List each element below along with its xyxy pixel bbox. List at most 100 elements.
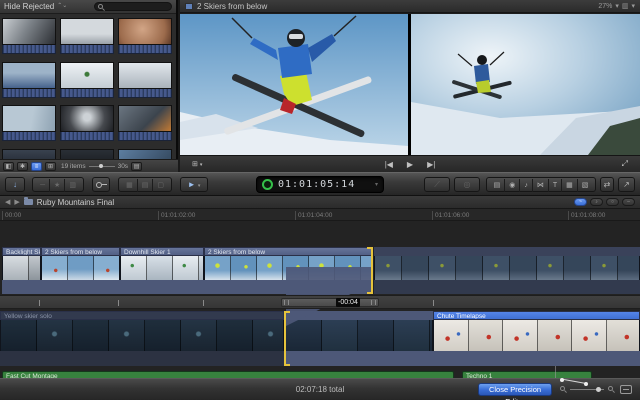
filmstrip[interactable] (433, 320, 640, 351)
photos-browser-icon[interactable]: ▤ (490, 179, 506, 192)
clip-tool-c-icon[interactable]: ▢ (153, 179, 168, 192)
viewer-overlay-menu[interactable]: ⊞ ▾ (186, 160, 208, 168)
history-forward-button[interactable]: ▶ (14, 198, 19, 206)
display-menu-icon[interactable]: ▾ (631, 2, 635, 10)
trim-slider[interactable] (281, 298, 379, 307)
clip-tool-a-icon[interactable]: ▦ (122, 179, 138, 192)
themes-browser-icon[interactable]: ▦ (562, 179, 578, 192)
viewer-zoom-level[interactable]: 27% (598, 3, 612, 10)
rating-grid-icon[interactable]: ▥ (65, 179, 80, 192)
transitions-browser-icon[interactable]: ⋈ (533, 179, 549, 192)
clip-body[interactable] (374, 247, 640, 256)
background-tasks-icon[interactable] (262, 179, 273, 190)
timeline-zoom-slider[interactable] (570, 389, 604, 390)
retime-button[interactable]: ◎ (454, 177, 480, 192)
clip-body[interactable] (0, 351, 284, 366)
clip-title[interactable]: Chute Timelapse (433, 311, 640, 320)
clip-body[interactable] (285, 351, 640, 366)
favorite-icon[interactable]: ★ (50, 179, 65, 192)
display-options-icon[interactable]: ▥ (622, 2, 629, 10)
in-point-bracket[interactable] (284, 311, 286, 366)
filmstrip-icon[interactable]: ▤ (131, 162, 142, 171)
skier-slope-clip[interactable] (60, 18, 114, 54)
edit-point-tick[interactable] (433, 300, 434, 306)
close-precision-editor-button[interactable]: Close Precision Editor (478, 383, 552, 396)
portrait-mountain-clip[interactable] (2, 62, 56, 98)
snapping-toggle[interactable]: – (622, 198, 635, 206)
clip-title[interactable]: Downhill Skier 1 (120, 247, 204, 256)
clip-title[interactable]: Backlight Skier (2, 247, 41, 256)
history-back-button[interactable]: ◀ (5, 198, 10, 206)
clip-body[interactable] (374, 280, 640, 294)
import-button[interactable]: ↓ (5, 177, 25, 192)
blue-scene-clip[interactable] (118, 149, 172, 160)
connect-button[interactable]: ⟋ (424, 177, 450, 192)
camera-import-icon[interactable]: ◉ (505, 179, 520, 192)
audio-skimming-toggle[interactable]: ♪ (590, 198, 603, 206)
reject-icon[interactable]: ─ (36, 179, 50, 192)
edit-point-tick[interactable] (39, 300, 40, 306)
clip-title[interactable]: 2 Skiers from below (204, 247, 373, 256)
clip-body[interactable] (120, 280, 204, 294)
dark-rider-clip[interactable] (60, 149, 114, 160)
clip-tools-group[interactable]: ▦▤▢ (118, 177, 172, 192)
keyframe-dot[interactable] (560, 378, 564, 382)
night-slope-clip[interactable] (2, 149, 56, 160)
filmstrip[interactable] (0, 320, 284, 351)
clip-tool-b-icon[interactable]: ▤ (138, 179, 154, 192)
precision-editor-divider[interactable]: -00:04 (0, 295, 640, 309)
duration-slider[interactable] (89, 166, 115, 167)
clip-body[interactable] (41, 280, 120, 294)
list-view-button[interactable]: ⊞ (45, 162, 56, 171)
arrange-button[interactable]: ⇄ (600, 177, 614, 192)
filmstrip[interactable] (374, 256, 640, 280)
trim-handle-right[interactable] (371, 300, 376, 305)
gear-icon[interactable]: ✱ (17, 162, 28, 171)
heli-interior-clip[interactable] (60, 105, 114, 141)
search-input[interactable] (94, 2, 172, 11)
edit-point-tick[interactable] (203, 300, 204, 306)
zoom-in-icon[interactable] (608, 386, 613, 391)
trim-handle-left[interactable] (284, 300, 289, 305)
filmstrip-view-button[interactable]: ≡ (31, 162, 42, 171)
filmstrip[interactable] (285, 320, 433, 351)
titles-browser-icon[interactable]: T (549, 179, 562, 192)
keyframe-dot[interactable] (584, 382, 588, 386)
hide-browser-button[interactable]: ◧ (3, 162, 14, 171)
keyword-editor-button[interactable] (92, 177, 110, 192)
clip-title[interactable]: 2 Skiers from below (41, 247, 120, 256)
clip-body[interactable] (2, 280, 41, 294)
generators-browser-icon[interactable]: ▧ (578, 179, 593, 192)
share-button[interactable]: ↗ (618, 177, 635, 192)
cockpit-clip[interactable] (2, 18, 56, 54)
dashboard[interactable]: 01:01:05:14 ▾ (256, 176, 384, 193)
project-name[interactable]: Ruby Mountains Final (37, 198, 114, 207)
play-button[interactable]: ▶ (401, 160, 419, 169)
out-point-bracket[interactable] (371, 247, 373, 294)
filmstrip[interactable] (2, 256, 41, 280)
filmstrip-frame (181, 320, 217, 351)
fullscreen-button[interactable]: ⤢ (616, 159, 634, 169)
filmstrip[interactable] (41, 256, 120, 280)
timeline-ruler[interactable]: 00:0001:01:02:0001:01:04:0001:01:06:0001… (0, 209, 640, 221)
timecode-menu-icon[interactable]: ▾ (375, 181, 378, 188)
clip-title[interactable]: Yellow skier solo (0, 311, 284, 320)
heli-passenger-clip[interactable] (118, 105, 172, 141)
face-closeup-clip[interactable] (118, 18, 172, 54)
clip-appearance-button[interactable] (620, 385, 632, 394)
rating-group[interactable]: ─★▥ (32, 177, 84, 192)
previous-frame-button[interactable]: |◀ (379, 160, 399, 169)
filter-popup[interactable]: Hide Rejected (4, 2, 54, 11)
zoom-out-icon[interactable] (560, 386, 565, 391)
music-browser-icon[interactable]: ♪ (520, 179, 533, 192)
mountains-clip[interactable] (118, 62, 172, 98)
skimming-toggle[interactable]: ~ (574, 198, 587, 206)
zoom-menu-icon[interactable]: ▾ (615, 2, 619, 10)
ice-climber-clip[interactable] (2, 105, 56, 141)
next-frame-button[interactable]: ▶| (421, 160, 441, 169)
edit-point-tick[interactable] (118, 300, 119, 306)
skier-flip-clip[interactable] (60, 62, 114, 98)
solo-toggle[interactable]: ○ (606, 198, 619, 206)
select-tool-button[interactable]: ► ▾ (180, 177, 208, 192)
filmstrip[interactable] (120, 256, 204, 280)
